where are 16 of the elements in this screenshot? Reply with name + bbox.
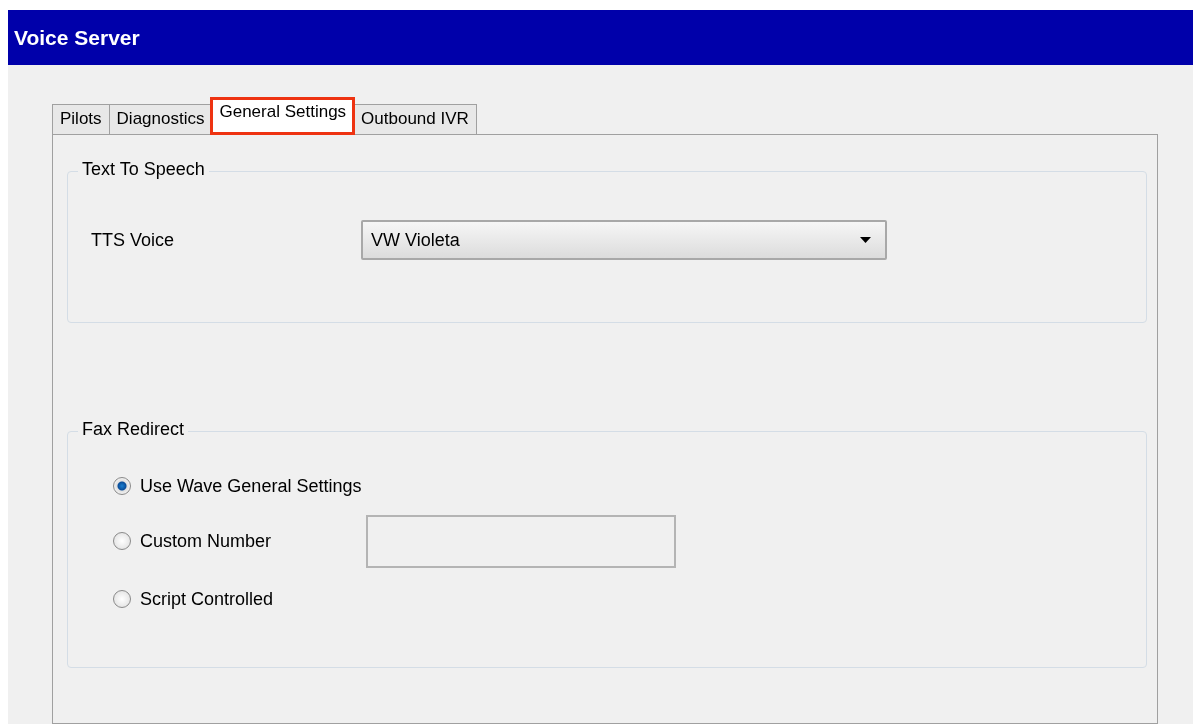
option-label[interactable]: Use Wave General Settings xyxy=(140,475,366,497)
option-label[interactable]: Script Controlled xyxy=(140,588,366,610)
window-title: Voice Server xyxy=(14,25,140,50)
tab[interactable]: Outbound IVR xyxy=(353,104,477,134)
radio-button[interactable] xyxy=(113,590,131,608)
input-field[interactable] xyxy=(366,514,676,568)
radio-button[interactable] xyxy=(113,477,131,495)
radio-button[interactable] xyxy=(113,532,131,550)
voice-dropdown[interactable]: VW Violeta xyxy=(361,220,887,260)
tab[interactable]: Diagnostics xyxy=(108,104,213,134)
tab[interactable]: General Settings xyxy=(211,98,355,134)
caret-icon xyxy=(860,237,871,243)
field-label: TTS Voice xyxy=(91,229,176,251)
option-label[interactable]: Custom Number xyxy=(140,530,366,552)
group-title: Text To Speech xyxy=(78,159,209,180)
tab[interactable]: Pilots xyxy=(52,104,110,134)
